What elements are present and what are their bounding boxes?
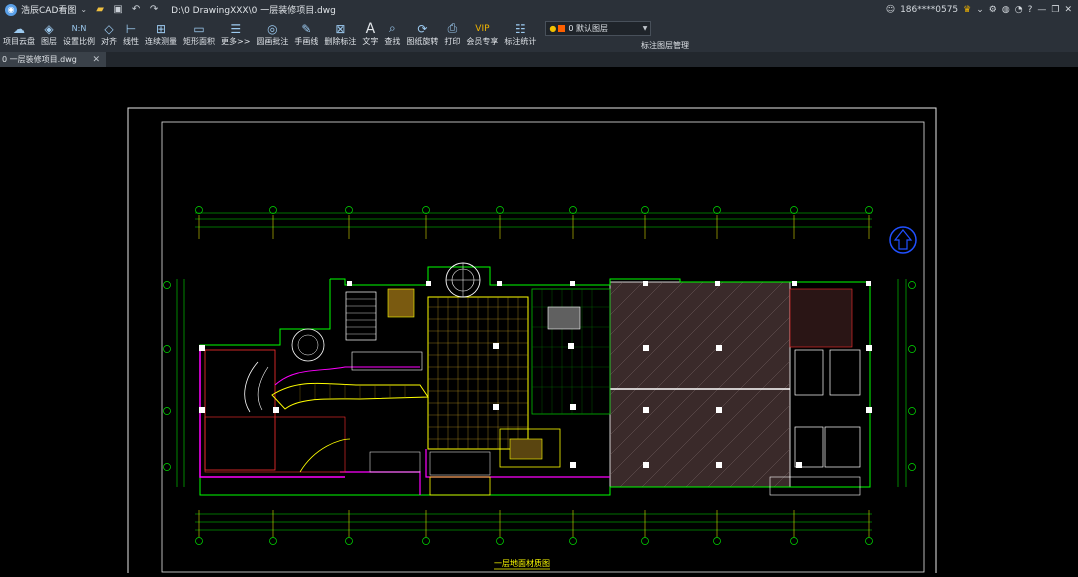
title-bar: ◉ 浩辰CAD看图 ⌄ ▰ ▣ ↶ ↷ D:\0 DrawingXXX\0 一层… — [0, 0, 1078, 19]
layer-select[interactable]: ● 0 默认图层 ▼ — [545, 21, 652, 36]
annotate-icon: ◎ — [267, 21, 278, 36]
app-menu-chevron-icon[interactable]: ⌄ — [80, 5, 87, 14]
stats-icon: ☷ — [515, 21, 526, 36]
toolbar-label: 线性 — [123, 37, 139, 46]
vip-icon: VIP — [475, 23, 490, 34]
toolbar-label: 对齐 — [101, 37, 117, 46]
user-account[interactable]: 186****0575 — [900, 5, 958, 15]
tab-close-icon[interactable]: ✕ — [92, 55, 100, 65]
toolbar-layers[interactable]: ◈ 图层 — [38, 19, 60, 52]
more-icon: ☰ — [230, 21, 242, 36]
toolbar-label: 更多>> — [221, 37, 251, 46]
drawing-canvas[interactable]: 一层地面材质图 — [0, 67, 1078, 577]
undo-icon[interactable]: ↶ — [129, 4, 143, 15]
ribbon-toolbar: ☁ 项目云盘 ◈ 图层 N:N 设置比例 ◇ 对齐 ⊢ 线性 ⊞ 连续测量 ▭ 矩形面积 ☰ 更… — [0, 19, 1078, 52]
save-icon[interactable]: ▣ — [111, 4, 125, 15]
toolbar-rotate[interactable]: ⟳ 图纸旋转 — [403, 19, 441, 52]
toolbar-continuous-measure[interactable]: ⊞ 连续测量 — [142, 19, 180, 52]
cad-drawing: 一层地面材质图 — [127, 107, 937, 577]
toolbar-align[interactable]: ◇ 对齐 — [98, 19, 120, 52]
rect-area-icon: ▭ — [193, 21, 205, 36]
toolbar-delete-annotation[interactable]: ⊠ 删除标注 — [321, 19, 359, 52]
toolbar-rect-area[interactable]: ▭ 矩形面积 — [180, 19, 218, 52]
document-tab[interactable]: 0 一层装修项目.dwg ✕ — [0, 52, 106, 67]
quick-access-toolbar: ▰ ▣ ↶ ↷ — [93, 4, 161, 15]
toolbar-label: 会员专享 — [466, 37, 499, 46]
top-axis-bubbles — [195, 206, 873, 214]
window-controls: ☺ 186****0575 ♛ ⌄ ⚙ ◍ ◔ ? — ❐ ✕ — [886, 0, 1072, 19]
toolbar-set-scale[interactable]: N:N 设置比例 — [60, 19, 98, 52]
close-icon[interactable]: ✕ — [1064, 5, 1072, 15]
toolbar-annotate[interactable]: ◎ 圆画批注 — [253, 19, 291, 52]
settings-gear-icon[interactable]: ⚙ — [989, 5, 997, 15]
toolbar-stats[interactable]: ☷ 标注统计 — [501, 19, 539, 52]
toolbar-label: 标注统计 — [504, 37, 537, 46]
align-icon: ◇ — [104, 21, 114, 36]
cloud-icon: ☁ — [13, 21, 25, 36]
layer-color-swatch — [558, 25, 566, 32]
toolbar-print[interactable]: ⎙ 打印 — [441, 19, 463, 52]
maximize-icon[interactable]: ❐ — [1051, 5, 1059, 15]
toolbar-label: 手画线 — [294, 37, 319, 46]
toolbar-find[interactable]: ⌕ 查找 — [381, 19, 403, 52]
toolbar-label: 查找 — [384, 37, 401, 46]
layer-manager-label[interactable]: 标注图层管理 — [641, 40, 689, 51]
scale-icon: N:N — [71, 24, 87, 33]
user-menu-chevron-icon[interactable]: ⌄ — [976, 5, 984, 15]
text-icon: A — [365, 20, 376, 37]
toolbar-label: 项目云盘 — [3, 37, 35, 46]
bottom-axis-bubbles — [195, 537, 873, 545]
linear-dim-icon: ⊢ — [125, 21, 137, 36]
drawing-title: 一层地面材质图 — [494, 558, 550, 568]
print-icon: ⎙ — [447, 21, 458, 35]
minimize-icon[interactable]: — — [1037, 5, 1046, 15]
toolbar-label: 文字 — [362, 37, 379, 46]
toolbar-vip[interactable]: VIP 会员专享 — [463, 19, 501, 52]
north-arrow-icon — [889, 226, 917, 254]
layers-icon: ◈ — [44, 21, 54, 36]
toolbar-label: 设置比例 — [63, 37, 95, 46]
chevron-down-icon: ▼ — [642, 25, 648, 32]
layer-bulb-icon: ● — [549, 24, 557, 33]
toolbar-label: 图层 — [41, 37, 57, 46]
bottom-dimensions — [195, 513, 872, 531]
toolbar-label: 打印 — [444, 37, 461, 46]
continuous-measure-icon: ⊞ — [155, 21, 167, 36]
toolbar-label: 连续测量 — [145, 37, 177, 46]
open-folder-icon[interactable]: ▰ — [93, 4, 107, 15]
delete-annotation-icon: ⊠ — [335, 21, 346, 36]
layer-select-value: 0 默认图层 — [568, 24, 609, 33]
toolbar-pen[interactable]: ✎ 手画线 — [291, 19, 321, 52]
top-dimensions — [195, 212, 872, 228]
toolbar-project-cloud[interactable]: ☁ 项目云盘 — [0, 19, 38, 52]
toolbar-label: 删除标注 — [324, 37, 357, 46]
toolbar-label: 圆画批注 — [256, 37, 289, 46]
document-tab-label: 0 一层装修项目.dwg — [2, 55, 77, 64]
document-tab-bar: 0 一层装修项目.dwg ✕ — [0, 52, 1078, 67]
file-path: D:\0 DrawingXXX\0 一层装修项目.dwg — [171, 6, 336, 16]
pen-icon: ✎ — [301, 21, 312, 36]
rotate-icon: ⟳ — [417, 21, 428, 36]
help-icon[interactable]: ? — [1028, 5, 1033, 15]
notification-icon[interactable]: ◔ — [1015, 5, 1023, 15]
app-name: 浩辰CAD看图 — [21, 6, 77, 16]
vip-crown-icon[interactable]: ♛ — [963, 5, 971, 15]
floor-plan — [199, 262, 872, 496]
toolbar-label: 图纸旋转 — [406, 37, 439, 46]
find-icon: ⌕ — [389, 21, 396, 35]
redo-icon[interactable]: ↷ — [147, 4, 161, 15]
toolbar-more[interactable]: ☰ 更多>> — [218, 19, 253, 52]
skin-icon[interactable]: ◍ — [1002, 5, 1010, 15]
toolbar-text[interactable]: A 文字 — [359, 19, 381, 52]
toolbar-linear[interactable]: ⊢ 线性 — [120, 19, 142, 52]
app-logo-icon: ◉ — [5, 3, 17, 16]
user-avatar-icon[interactable]: ☺ — [886, 5, 895, 15]
toolbar-label: 矩形面积 — [183, 37, 215, 46]
